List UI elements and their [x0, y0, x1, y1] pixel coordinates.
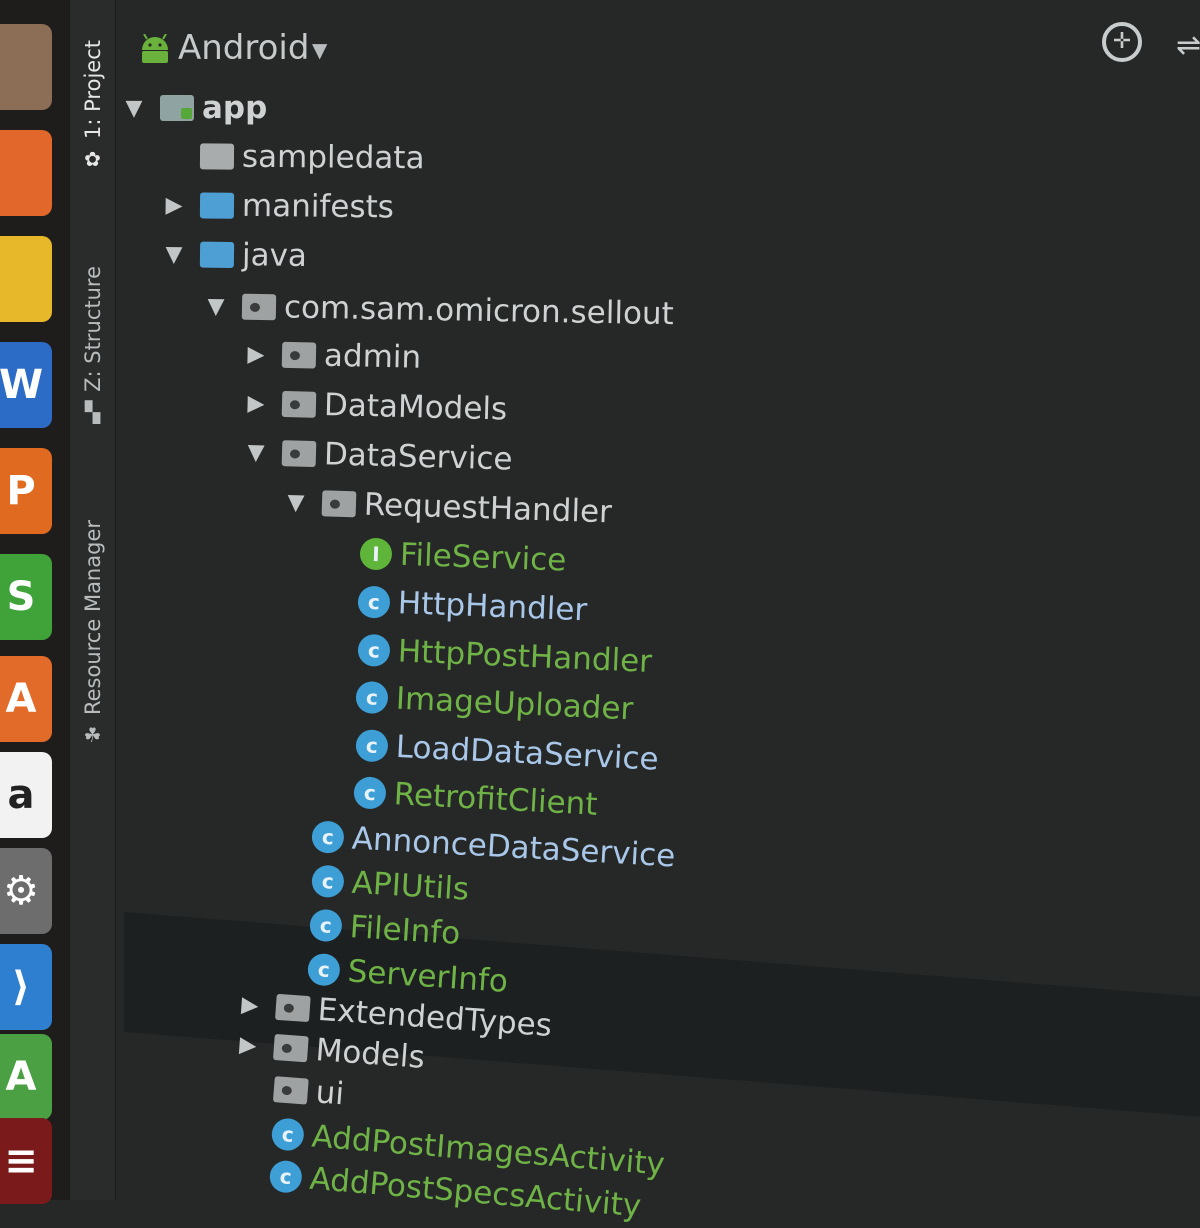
- expanded-arrow-icon[interactable]: ▼: [120, 96, 148, 121]
- tree-node-label: java: [241, 237, 308, 275]
- files-icon[interactable]: [0, 24, 52, 110]
- tree-node-label: manifests: [241, 187, 395, 226]
- tool-window-stripe: 1: Project ✿ Z: Structure ▚ Resource Man…: [70, 0, 116, 1200]
- package-icon: [274, 993, 311, 1023]
- tree-node-java[interactable]: ▼ java: [160, 232, 308, 278]
- folder-icon: [199, 143, 235, 170]
- expanded-arrow-icon[interactable]: ▼: [242, 440, 271, 466]
- class-icon: c: [270, 1117, 306, 1152]
- class-icon: c: [357, 585, 391, 619]
- system-settings-icon[interactable]: ⚙: [0, 848, 52, 934]
- project-panel: Android ▼ ✛ ⇌ ▼app▶sampledata▶manifests▼…: [116, 0, 1200, 1224]
- class-icon: c: [308, 908, 343, 943]
- launcher-dock: W P S Aa ⚙ ⟩ A ≡: [0, 0, 70, 1204]
- writer-icon[interactable]: W: [0, 342, 52, 428]
- tree-node-httphandler[interactable]: ▶cHttpHandler: [317, 578, 588, 632]
- software-center-icon[interactable]: A: [0, 656, 52, 742]
- tree-node-sampledata[interactable]: ▶sampledata: [160, 134, 425, 180]
- class-icon: c: [357, 633, 391, 668]
- tree-node-requesthandler[interactable]: ▼ RequestHandler: [281, 480, 612, 534]
- package-icon: [272, 1076, 309, 1105]
- class-icon: c: [353, 776, 387, 810]
- tree-node-label: app: [202, 90, 268, 126]
- tree-node-label: sampledata: [241, 138, 425, 177]
- chrome-icon[interactable]: [0, 236, 52, 322]
- expanded-arrow-icon[interactable]: ▼: [282, 490, 311, 516]
- tree-node-dataservice[interactable]: ▼ DataService: [241, 430, 513, 482]
- resource-manager-tool-button[interactable]: Resource Manager ☘: [70, 520, 115, 747]
- tree-node-fileservice[interactable]: ▶IFileService: [319, 530, 567, 583]
- project-tool-button[interactable]: 1: Project ✿: [70, 40, 115, 171]
- tree-node-label: RequestHandler: [363, 486, 613, 531]
- collapse-all-icon[interactable]: ⇌: [1176, 28, 1200, 63]
- locate-file-icon[interactable]: ✛: [1102, 22, 1142, 62]
- tree-node-label: FileInfo: [348, 909, 462, 952]
- tree-node-datamodels[interactable]: ▶ DataModels: [241, 381, 507, 431]
- structure-tool-button[interactable]: Z: Structure ▚: [70, 266, 115, 424]
- project-tool-icon: ✿: [84, 146, 101, 171]
- package-icon: [281, 440, 317, 468]
- tree-node-com-sam-omicron-sellout[interactable]: ▼ com.sam.omicron.sellout: [202, 284, 675, 336]
- class-icon: c: [355, 680, 389, 715]
- tree-node-app[interactable]: ▼ app: [120, 86, 268, 130]
- collapsed-arrow-icon[interactable]: ▶: [242, 391, 271, 417]
- resource-manager-tool-icon: ☘: [83, 723, 102, 748]
- structure-tool-label: Z: Structure: [80, 266, 105, 392]
- source-folder-icon: [199, 241, 235, 269]
- expanded-arrow-icon[interactable]: ▼: [202, 294, 230, 319]
- class-icon: c: [355, 728, 389, 763]
- tree-node-label: LoadDataService: [395, 728, 660, 778]
- tree-node-label: HttpPostHandler: [397, 633, 653, 680]
- tree-node-label: HttpHandler: [397, 585, 588, 629]
- structure-tool-icon: ▚: [84, 399, 101, 424]
- chevron-down-icon[interactable]: ▼: [312, 38, 327, 62]
- firefox-icon[interactable]: [0, 130, 52, 216]
- tree-node-manifests[interactable]: ▶ manifests: [160, 183, 394, 229]
- package-icon: [272, 1033, 309, 1063]
- view-selector[interactable]: Android: [178, 28, 309, 68]
- tree-node-label: DataModels: [323, 387, 508, 428]
- tree-node-label: com.sam.omicron.sellout: [283, 289, 675, 333]
- terminal-icon[interactable]: ≡: [0, 1118, 52, 1204]
- project-tool-label: 1: Project: [80, 40, 105, 139]
- android-studio-icon[interactable]: A: [0, 1034, 52, 1120]
- amazon-icon[interactable]: a: [0, 752, 52, 838]
- collapsed-arrow-icon[interactable]: ▶: [235, 992, 265, 1019]
- impress-icon[interactable]: P: [0, 448, 52, 534]
- package-icon: [321, 490, 357, 518]
- tree-node-label: admin: [323, 337, 422, 376]
- expanded-arrow-icon[interactable]: ▼: [160, 242, 188, 267]
- tree-node-label: ImageUploader: [395, 680, 635, 728]
- interface-icon: I: [359, 537, 393, 571]
- module-folder-icon: [160, 95, 194, 121]
- collapsed-arrow-icon[interactable]: ▶: [233, 1032, 263, 1059]
- source-folder-icon: [199, 192, 235, 219]
- tree-node-label: ui: [314, 1074, 346, 1113]
- tree-node-label: APIUtils: [350, 864, 470, 908]
- class-icon: c: [311, 820, 345, 854]
- collapsed-arrow-icon[interactable]: ▶: [160, 193, 188, 218]
- package-icon: [281, 390, 317, 418]
- class-icon: c: [306, 952, 341, 987]
- panel-header: Android ▼ ✛ ⇌: [116, 20, 1200, 76]
- collapsed-arrow-icon[interactable]: ▶: [242, 342, 271, 368]
- tree-node-label: RetrofitClient: [392, 776, 599, 823]
- tree-node-label: Models: [314, 1032, 427, 1076]
- calc-icon[interactable]: S: [0, 554, 52, 640]
- class-icon: c: [268, 1159, 304, 1194]
- android-icon: [142, 34, 168, 63]
- package-icon: [281, 341, 317, 369]
- class-icon: c: [310, 864, 345, 899]
- resource-manager-tool-label: Resource Manager: [80, 520, 105, 716]
- vscode-icon[interactable]: ⟩: [0, 944, 52, 1030]
- tree-node-admin[interactable]: ▶ admin: [242, 332, 422, 380]
- tree-node-label: FileService: [399, 536, 567, 579]
- package-icon: [241, 293, 277, 321]
- tree-node-label: DataService: [323, 436, 513, 478]
